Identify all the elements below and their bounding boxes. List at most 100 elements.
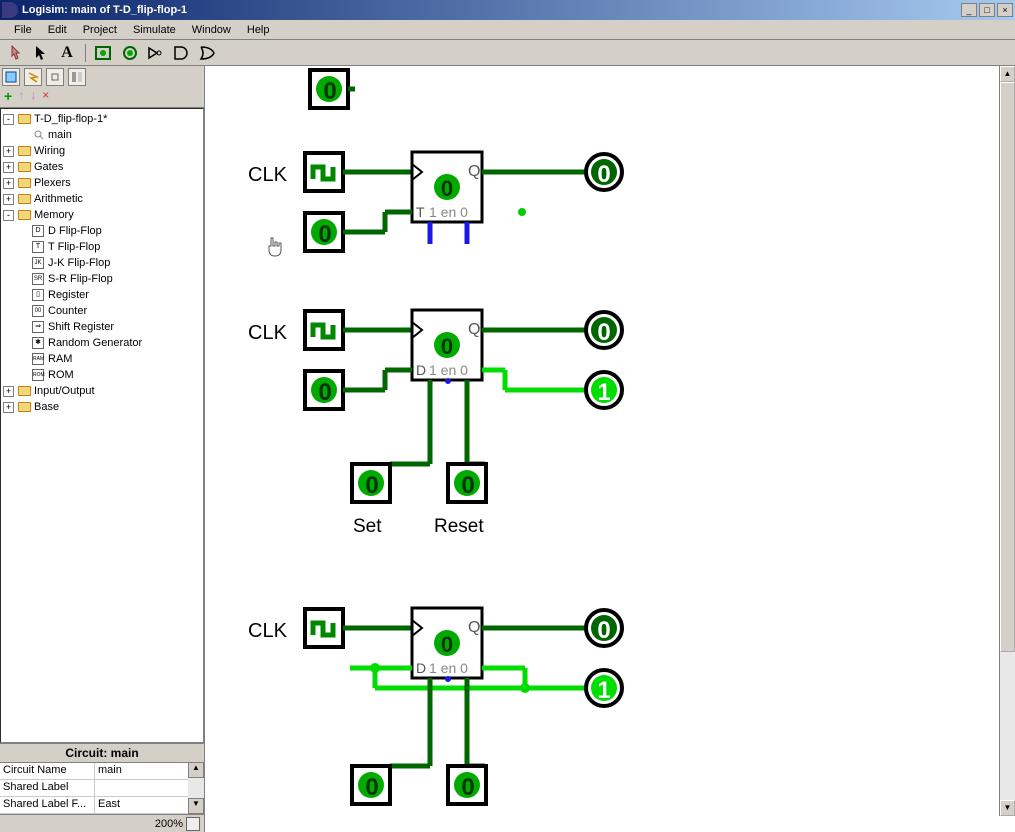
svg-text:Set: Set <box>353 516 382 537</box>
svg-text:CLK: CLK <box>248 322 288 344</box>
expand-icon[interactable]: + <box>3 178 14 189</box>
tool-wire-button[interactable] <box>46 68 64 86</box>
cursor-icon <box>267 236 285 263</box>
prop-row-shared-label-facing[interactable]: Shared Label F... East <box>0 797 188 814</box>
svg-text:Q: Q <box>468 321 480 338</box>
svg-text:1 en 0: 1 en 0 <box>429 362 468 378</box>
svg-text:0: 0 <box>318 221 331 248</box>
tree-register[interactable]: ▯Register <box>3 287 201 303</box>
text-tool-button[interactable]: A <box>56 42 78 64</box>
select-tool-button[interactable] <box>30 42 52 64</box>
svg-text:0: 0 <box>597 161 610 188</box>
tree-root[interactable]: - T-D_flip-flop-1* <box>3 111 201 127</box>
menu-help[interactable]: Help <box>239 24 278 36</box>
tool-box-button[interactable] <box>2 68 20 86</box>
svg-text:0: 0 <box>318 379 331 406</box>
project-toolbar: + ↑ ↓ × <box>0 66 204 108</box>
tree-rom[interactable]: ROMROM <box>3 367 201 383</box>
menu-edit[interactable]: Edit <box>40 24 75 36</box>
prop-row-shared-label[interactable]: Shared Label <box>0 780 188 797</box>
tree-random-generator[interactable]: ✱Random Generator <box>3 335 201 351</box>
scroll-up-button[interactable]: ▲ <box>1000 66 1015 82</box>
svg-text:0: 0 <box>441 176 453 201</box>
expand-icon[interactable]: + <box>3 146 14 157</box>
tree-gates[interactable]: + Gates <box>3 159 201 175</box>
close-button[interactable]: × <box>997 3 1013 17</box>
circuit-canvas[interactable]: 0 CLK Q T 1 en 0 0 0 0 C <box>205 66 1015 832</box>
svg-text:1 en 0: 1 en 0 <box>429 204 468 220</box>
scroll-down-button[interactable]: ▼ <box>1000 800 1015 816</box>
poke-tool-button[interactable] <box>4 42 26 64</box>
svg-text:0: 0 <box>441 632 453 657</box>
scroll-thumb[interactable] <box>1000 82 1015 652</box>
properties-scrollbar[interactable]: ▲ ▼ <box>188 762 204 814</box>
svg-text:0: 0 <box>365 472 378 499</box>
zoom-bar: 200% <box>0 814 204 832</box>
expand-icon[interactable]: - <box>3 114 14 125</box>
tree-shift-register[interactable]: ⇒Shift Register <box>3 319 201 335</box>
menu-file[interactable]: File <box>6 24 40 36</box>
tree-base[interactable]: + Base <box>3 399 201 415</box>
tree-sr-flipflop[interactable]: SRS-R Flip-Flop <box>3 271 201 287</box>
tree-input-output[interactable]: + Input/Output <box>3 383 201 399</box>
tree-memory[interactable]: - Memory <box>3 207 201 223</box>
expand-icon[interactable]: + <box>3 194 14 205</box>
svg-text:Q: Q <box>468 163 480 180</box>
and-gate-button[interactable] <box>171 42 193 64</box>
delete-button[interactable]: × <box>42 88 49 104</box>
or-gate-button[interactable] <box>197 42 219 64</box>
move-down-button[interactable]: ↓ <box>30 88 36 104</box>
svg-text:CLK: CLK <box>248 620 288 642</box>
explorer-tree[interactable]: - T-D_flip-flop-1* main + Wiring + Gates <box>0 108 204 743</box>
svg-text:0: 0 <box>597 617 610 644</box>
minimize-button[interactable]: _ <box>961 3 977 17</box>
add-circuit-button[interactable]: + <box>4 88 12 104</box>
svg-text:T: T <box>416 204 425 220</box>
menu-window[interactable]: Window <box>184 24 239 36</box>
menu-bar: File Edit Project Simulate Window Help <box>0 20 1015 40</box>
input-pin-button[interactable] <box>93 42 115 64</box>
svg-text:1: 1 <box>597 677 610 704</box>
maximize-button[interactable]: □ <box>979 3 995 17</box>
scroll-up-button[interactable]: ▲ <box>188 762 204 778</box>
expand-icon[interactable]: + <box>3 386 14 397</box>
zoom-grid-toggle[interactable] <box>186 817 200 831</box>
tree-ram[interactable]: RAMRAM <box>3 351 201 367</box>
svg-text:Q: Q <box>468 619 480 636</box>
expand-icon[interactable]: + <box>3 402 14 413</box>
tree-d-flipflop[interactable]: DD Flip-Flop <box>3 223 201 239</box>
tool-sim-button[interactable] <box>24 68 42 86</box>
not-gate-button[interactable] <box>145 42 167 64</box>
title-bar: Logisim: main of T-D_flip-flop-1 _ □ × <box>0 0 1015 20</box>
scroll-down-button[interactable]: ▼ <box>188 798 204 814</box>
svg-text:0: 0 <box>597 319 610 346</box>
svg-text:1: 1 <box>597 379 610 406</box>
canvas-scrollbar-vertical[interactable]: ▲ ▼ <box>999 66 1015 816</box>
tree-main[interactable]: main <box>3 127 201 143</box>
svg-text:1 en 0: 1 en 0 <box>429 660 468 676</box>
tool-layout-button[interactable] <box>68 68 86 86</box>
zoom-label: 200% <box>155 818 183 830</box>
tree-wiring[interactable]: + Wiring <box>3 143 201 159</box>
output-pin-button[interactable] <box>119 42 141 64</box>
svg-text:CLK: CLK <box>248 164 288 186</box>
tree-plexers[interactable]: + Plexers <box>3 175 201 191</box>
svg-text:D: D <box>416 362 426 378</box>
tree-t-flipflop[interactable]: TT Flip-Flop <box>3 239 201 255</box>
svg-text:Reset: Reset <box>434 516 484 537</box>
properties-header: Circuit: main <box>0 743 204 762</box>
tree-arithmetic[interactable]: + Arithmetic <box>3 191 201 207</box>
menu-project[interactable]: Project <box>75 24 125 36</box>
svg-text:0: 0 <box>441 334 453 359</box>
svg-text:D: D <box>416 660 426 676</box>
tree-jk-flipflop[interactable]: JKJ-K Flip-Flop <box>3 255 201 271</box>
tree-main-label: main <box>48 129 72 141</box>
window-title: Logisim: main of T-D_flip-flop-1 <box>22 4 961 16</box>
tree-counter[interactable]: 00Counter <box>3 303 201 319</box>
move-up-button[interactable]: ↑ <box>18 88 24 104</box>
svg-text:0: 0 <box>461 472 474 499</box>
expand-icon[interactable]: + <box>3 162 14 173</box>
prop-row-circuit-name[interactable]: Circuit Name main <box>0 763 188 780</box>
expand-icon[interactable]: - <box>3 210 14 221</box>
menu-simulate[interactable]: Simulate <box>125 24 184 36</box>
